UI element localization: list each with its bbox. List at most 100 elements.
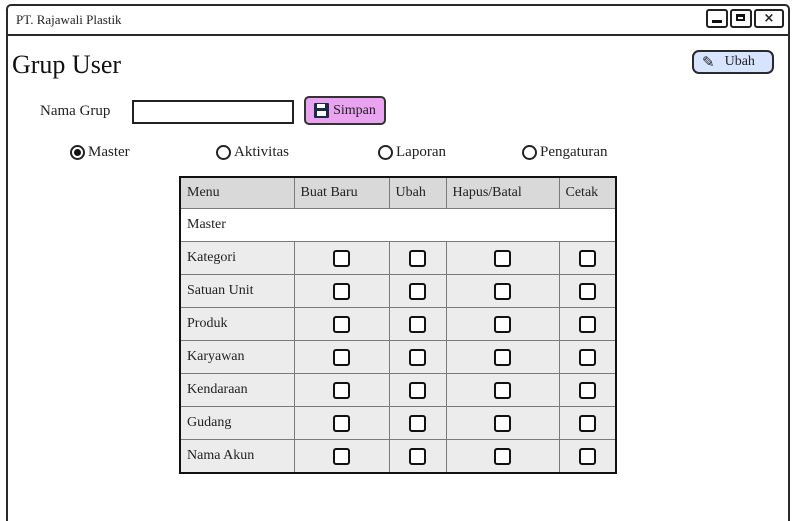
table-row: Gudang	[179, 406, 617, 440]
permission-checkbox[interactable]	[494, 414, 511, 432]
permission-cell	[293, 340, 390, 374]
tab-pengaturan[interactable]: Pengaturan	[522, 144, 607, 161]
permission-checkbox[interactable]	[578, 447, 596, 465]
permission-cell	[445, 373, 560, 407]
table-row: Satuan Unit	[179, 274, 617, 308]
permission-checkbox[interactable]	[333, 249, 350, 267]
menu-cell: Gudang	[179, 406, 295, 440]
permission-cell	[388, 274, 447, 308]
permission-checkbox[interactable]	[409, 282, 426, 300]
column-header: Ubah	[388, 176, 447, 209]
table-row: Karyawan	[179, 340, 617, 374]
permission-checkbox[interactable]	[333, 315, 350, 333]
menu-cell: Nama Akun	[179, 439, 295, 474]
permissions-table: Menu Buat Baru Ubah Hapus/Batal Cetak Ma…	[179, 176, 617, 474]
permission-cell	[558, 241, 617, 275]
permission-cell	[293, 241, 390, 275]
page-title: Grup User	[12, 50, 122, 79]
table-row: Kategori	[179, 241, 617, 275]
permission-cell	[293, 439, 390, 474]
permission-checkbox[interactable]	[333, 447, 350, 465]
permission-checkbox[interactable]	[578, 315, 596, 333]
permission-cell	[293, 274, 390, 308]
permission-checkbox[interactable]	[494, 249, 511, 267]
radio-icon	[216, 145, 231, 160]
menu-cell: Karyawan	[179, 340, 295, 374]
table-row: Kendaraan	[179, 373, 617, 407]
window-controls: ×	[704, 9, 784, 28]
tab-aktivitas[interactable]: Aktivitas	[216, 144, 289, 161]
permission-checkbox[interactable]	[409, 348, 426, 366]
edit-button-label: Ubah	[724, 54, 755, 69]
close-button[interactable]: ×	[754, 9, 784, 28]
permission-checkbox[interactable]	[333, 348, 350, 366]
permission-checkbox[interactable]	[494, 315, 511, 333]
save-button[interactable]: Simpan	[304, 96, 386, 125]
permission-cell	[388, 439, 447, 474]
permission-cell	[558, 406, 617, 440]
table-row: Produk	[179, 307, 617, 341]
permission-checkbox[interactable]	[333, 381, 350, 399]
permission-checkbox[interactable]	[409, 381, 426, 399]
permission-checkbox[interactable]	[494, 381, 511, 399]
save-icon	[314, 103, 330, 118]
permission-cell	[445, 406, 560, 440]
tab-laporan[interactable]: Laporan	[378, 144, 446, 161]
permission-cell	[445, 307, 560, 341]
window-title: PT. Rajawali Plastik	[16, 12, 122, 27]
tab-laporan-label: Laporan	[396, 144, 446, 160]
permission-cell	[293, 373, 390, 407]
pencil-icon: ✎	[702, 54, 715, 71]
permission-checkbox[interactable]	[409, 447, 426, 465]
column-header: Buat Baru	[293, 176, 390, 209]
menu-cell: Kendaraan	[179, 373, 295, 407]
permission-checkbox[interactable]	[409, 315, 426, 333]
permission-cell	[445, 340, 560, 374]
permission-cell	[445, 241, 560, 275]
section-label: Master	[179, 208, 617, 242]
permission-checkbox[interactable]	[494, 447, 511, 465]
permission-checkbox[interactable]	[409, 414, 426, 432]
tab-master-label: Master	[88, 144, 130, 160]
radio-selected-icon	[70, 145, 85, 160]
permission-checkbox[interactable]	[333, 282, 350, 300]
tab-pengaturan-label: Pengaturan	[540, 144, 608, 160]
radio-icon	[522, 145, 537, 160]
permission-checkbox[interactable]	[578, 249, 596, 267]
column-header: Cetak	[558, 176, 617, 209]
permission-checkbox[interactable]	[578, 381, 596, 399]
permission-cell	[388, 373, 447, 407]
permission-cell	[445, 274, 560, 308]
minimize-button[interactable]	[706, 9, 728, 28]
permission-checkbox[interactable]	[578, 282, 596, 300]
permission-cell	[388, 307, 447, 341]
permission-checkbox[interactable]	[494, 348, 511, 366]
table-header-row: Menu Buat Baru Ubah Hapus/Batal Cetak	[179, 176, 617, 209]
permission-checkbox[interactable]	[578, 414, 596, 432]
table-row: Nama Akun	[179, 439, 617, 474]
section-row: Master	[179, 208, 617, 242]
menu-cell: Produk	[179, 307, 295, 341]
maximize-button[interactable]	[730, 9, 752, 28]
permission-checkbox[interactable]	[333, 414, 350, 432]
permission-cell	[293, 307, 390, 341]
permission-cell	[558, 373, 617, 407]
permission-cell	[558, 307, 617, 341]
menu-cell: Kategori	[179, 241, 295, 275]
radio-icon	[378, 145, 393, 160]
column-header: Hapus/Batal	[445, 176, 560, 209]
permission-cell	[558, 274, 617, 308]
permission-cell	[558, 439, 617, 474]
edit-button[interactable]: ✎ Ubah	[692, 50, 774, 74]
permission-checkbox[interactable]	[494, 282, 511, 300]
save-button-label: Simpan	[333, 102, 376, 118]
permission-cell	[388, 340, 447, 374]
permission-cell	[388, 406, 447, 440]
group-name-label: Nama Grup	[40, 103, 111, 119]
group-name-input[interactable]	[132, 100, 294, 124]
permission-checkbox[interactable]	[578, 348, 596, 366]
tab-aktivitas-label: Aktivitas	[234, 144, 289, 160]
tab-master[interactable]: Master	[70, 144, 130, 161]
permission-checkbox[interactable]	[409, 249, 426, 267]
permission-cell	[388, 241, 447, 275]
